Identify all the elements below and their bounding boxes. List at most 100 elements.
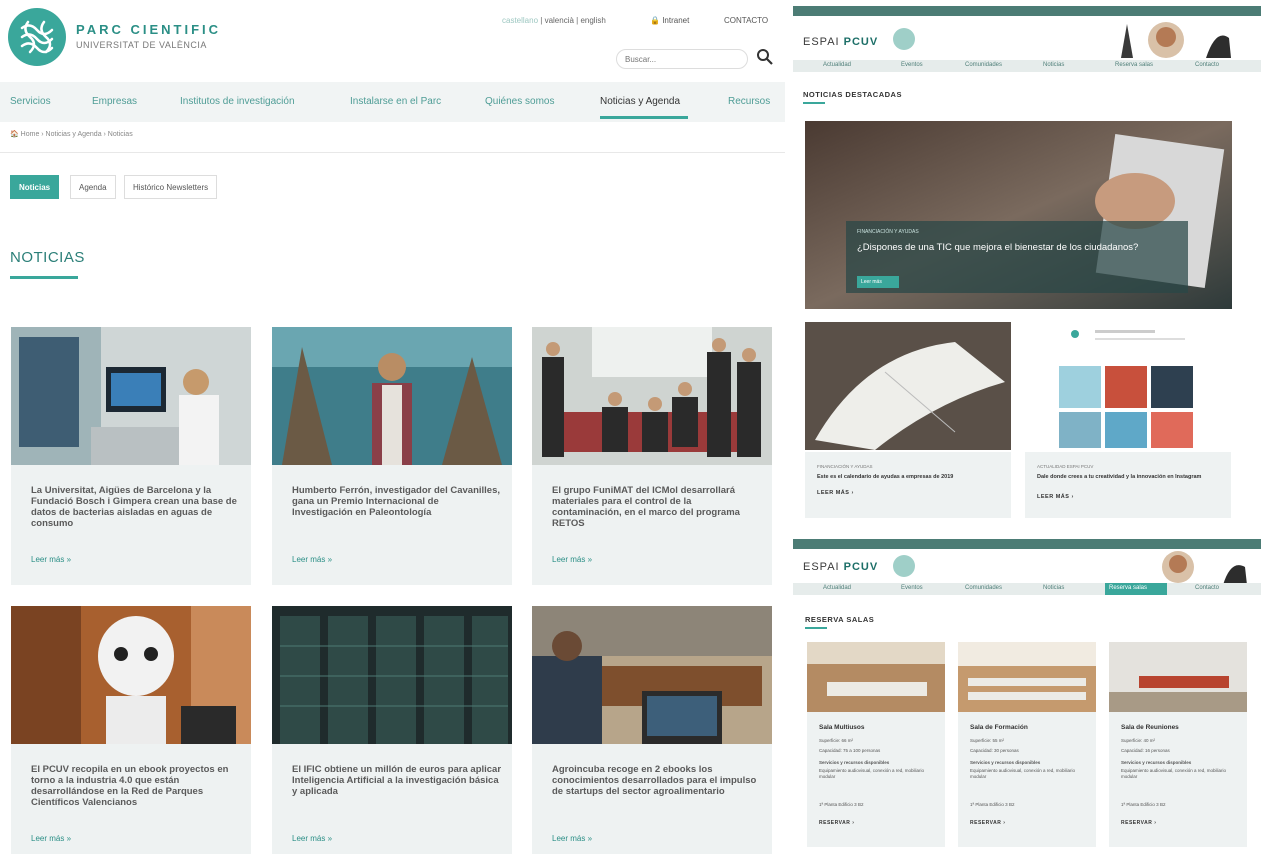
read-more-link[interactable]: Leer más » [552, 555, 592, 564]
reserve-button[interactable]: RESERVAR › [819, 820, 854, 826]
news-card[interactable]: El PCUV recopila en un ebook proyectos e… [11, 606, 251, 854]
tab-noticias[interactable]: Noticias [10, 175, 60, 199]
espai-brand[interactable]: ESPAI PCUV [803, 36, 878, 48]
news-title[interactable]: Dale donde crees a tu creatividad y la i… [1037, 474, 1227, 481]
news-title[interactable]: El PCUV recopila en un ebook proyectos e… [31, 764, 241, 808]
news-card[interactable]: El grupo FuniMAT del ICMol desarrollará … [532, 327, 772, 585]
brand-subtitle: UNIVERSITAT DE VALÈNCIA [76, 40, 207, 50]
pcuv-logo-icon[interactable] [893, 28, 915, 50]
news-title[interactable]: La Universitat, Aigües de Barcelona y la… [31, 485, 241, 529]
news-card[interactable]: La Universitat, Aigües de Barcelona y la… [11, 327, 251, 585]
nav-contacto[interactable]: Contacto [1195, 585, 1219, 591]
news-image-paleontology[interactable] [272, 327, 512, 465]
room-services-heading: Servicios y recursos disponibles [1121, 760, 1192, 765]
lang-others[interactable]: | valencià | english [540, 16, 606, 25]
room-image-formacion[interactable] [958, 642, 1096, 712]
news-title[interactable]: Este es el calendario de ayudas a empres… [817, 474, 1007, 481]
espai-nav [793, 583, 1261, 595]
nav-recursos[interactable]: Recursos [728, 96, 770, 107]
room-card[interactable]: Sala de Reuniones Superficie: 40 m² Capa… [1109, 642, 1247, 847]
instagram-image[interactable] [1025, 322, 1231, 450]
read-more-link[interactable]: Leer más » [31, 834, 71, 843]
hero-title[interactable]: ¿Dispones de una TIC que mejora el biene… [857, 242, 1138, 253]
room-services: Equipamiento audiovisual, conexión a red… [819, 768, 925, 779]
nav-active-indicator [600, 116, 688, 119]
nav-servicios[interactable]: Servicios [10, 96, 51, 107]
read-more-link[interactable]: LEER MÁS › [1037, 494, 1074, 500]
section-underline [805, 627, 827, 629]
read-more-link[interactable]: LEER MÁS › [817, 490, 854, 496]
news-title[interactable]: El grupo FuniMAT del ICMol desarrollará … [552, 485, 762, 529]
hero-read-more-button[interactable]: Leer más [857, 276, 899, 288]
lang-selected[interactable]: castellano [502, 16, 538, 25]
news-image-servers[interactable] [272, 606, 512, 744]
notebook-image[interactable] [805, 322, 1011, 450]
parc-cientific-news-page: PARC CIENTIFIC UNIVERSITAT DE VALÈNCIA c… [0, 0, 785, 854]
room-card[interactable]: Sala Multiusos Superficie: 66 m² Capacid… [807, 642, 945, 847]
nav-noticias[interactable]: Noticias [1043, 62, 1064, 68]
room-surface: Superficie: 66 m² [819, 738, 854, 743]
brand-word: ESPAI [803, 561, 840, 573]
news-title[interactable]: Agroincuba recoge en 2 ebooks los conoci… [552, 764, 762, 797]
title-underline [10, 276, 78, 279]
news-title[interactable]: El IFIC obtiene un millón de euros para … [292, 764, 502, 797]
intranet-link[interactable]: 🔒 Intranet [650, 16, 689, 25]
room-name[interactable]: Sala Multiusos [819, 724, 865, 731]
search-input[interactable] [616, 49, 748, 69]
room-capacity: Capacidad: 16 personas [1121, 748, 1170, 753]
news-image-lab[interactable] [11, 327, 251, 465]
news-image-meeting[interactable] [532, 606, 772, 744]
brand-bold: PCUV [843, 36, 879, 48]
reserve-button[interactable]: RESERVAR › [970, 820, 1005, 826]
section-title: RESERVA SALAS [805, 615, 875, 624]
news-card[interactable]: Humberto Ferrón, investigador del Cavani… [272, 327, 512, 585]
nav-comunidades[interactable]: Comunidades [965, 62, 1002, 68]
room-card[interactable]: Sala de Formación Superficie: 55 m² Capa… [958, 642, 1096, 847]
nav-noticias[interactable]: Noticias [1043, 585, 1064, 591]
news-category: ACTUALIDAD ESPAI PCUV [1037, 464, 1094, 469]
divider [0, 152, 785, 153]
contact-link[interactable]: CONTACTO [724, 16, 768, 25]
parc-logo-icon[interactable] [8, 8, 66, 66]
brand-title: PARC CIENTIFIC [76, 22, 222, 37]
reserve-button[interactable]: RESERVAR › [1121, 820, 1156, 826]
room-image-reuniones[interactable] [1109, 642, 1247, 712]
nav-empresas[interactable]: Empresas [92, 96, 137, 107]
news-card[interactable]: Agroincuba recoge en 2 ebooks los conoci… [532, 606, 772, 854]
read-more-link[interactable]: Leer más » [552, 834, 592, 843]
read-more-link[interactable]: Leer más » [31, 555, 71, 564]
espai-brand[interactable]: ESPAI PCUV [803, 561, 878, 573]
room-services-heading: Servicios y recursos disponibles [970, 760, 1041, 765]
news-title[interactable]: Humberto Ferrón, investigador del Cavani… [292, 485, 502, 518]
nav-actualidad[interactable]: Actualidad [823, 585, 851, 591]
nav-eventos[interactable]: Eventos [901, 585, 923, 591]
nav-eventos[interactable]: Eventos [901, 62, 923, 68]
read-more-link[interactable]: Leer más » [292, 834, 332, 843]
nav-actualidad[interactable]: Actualidad [823, 62, 851, 68]
nav-institutos[interactable]: Institutos de investigación [180, 96, 295, 107]
read-more-link[interactable]: Leer más » [292, 555, 332, 564]
nav-comunidades[interactable]: Comunidades [965, 585, 1002, 591]
nav-noticias-agenda[interactable]: Noticias y Agenda [600, 96, 680, 107]
pcuv-logo-icon[interactable] [893, 555, 915, 577]
news-panel[interactable] [1025, 452, 1231, 518]
room-services-heading: Servicios y recursos disponibles [819, 760, 890, 765]
room-image-multiusos[interactable] [807, 642, 945, 712]
tab-historico-newsletters[interactable]: Histórico Newsletters [124, 175, 218, 199]
news-image-group[interactable] [532, 327, 772, 465]
room-name[interactable]: Sala de Formación [970, 724, 1028, 731]
nav-reserva-salas[interactable]: Reserva salas [1115, 62, 1153, 68]
room-surface: Superficie: 55 m² [970, 738, 1005, 743]
news-card[interactable]: El IFIC obtiene un millón de euros para … [272, 606, 512, 854]
search-icon[interactable] [756, 48, 774, 66]
nav-contacto[interactable]: Contacto [1195, 62, 1219, 68]
nav-instalarse[interactable]: Instalarse en el Parc [350, 96, 441, 107]
news-image-robot[interactable] [11, 606, 251, 744]
tab-agenda[interactable]: Agenda [70, 175, 116, 199]
room-name[interactable]: Sala de Reuniones [1121, 724, 1179, 731]
language-switcher[interactable]: castellano | valencià | english [502, 16, 606, 25]
news-panel[interactable] [805, 452, 1011, 518]
breadcrumb[interactable]: 🏠 Home › Noticias y Agenda › Noticias [10, 130, 133, 138]
nav-quienes-somos[interactable]: Quiénes somos [485, 96, 554, 107]
nav-reserva-salas-active[interactable]: Reserva salas [1105, 583, 1167, 595]
